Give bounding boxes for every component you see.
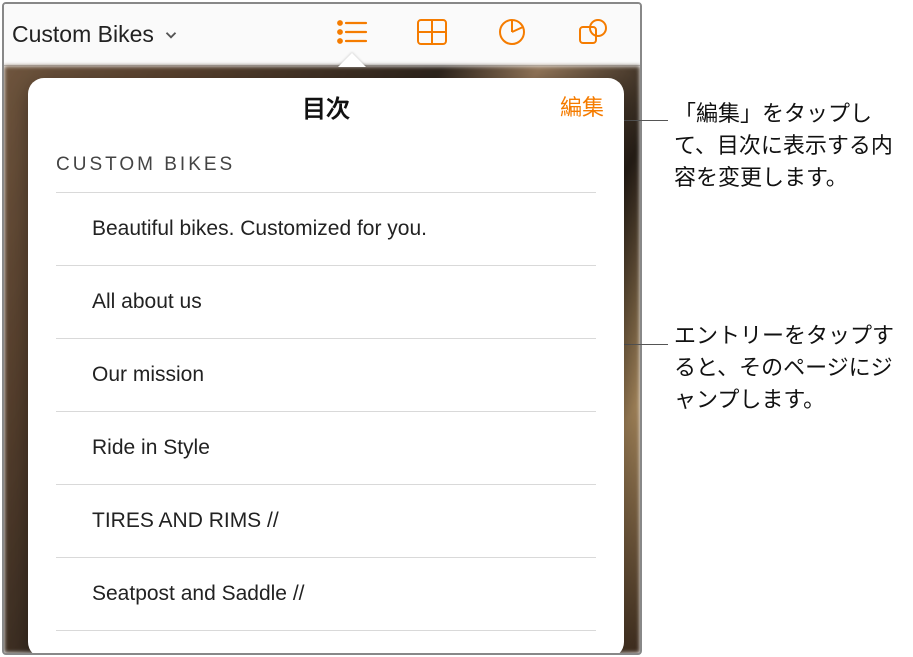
toc-heading[interactable]: CUSTOM BIKES xyxy=(56,134,596,193)
chart-view-button[interactable] xyxy=(472,4,552,66)
popover-header: 目次 編集 xyxy=(28,78,624,134)
toc-entry[interactable]: Ride in Style xyxy=(56,412,596,485)
popover-title: 目次 xyxy=(302,89,350,124)
toc-entry[interactable]: Our mission xyxy=(56,339,596,412)
edit-button[interactable]: 編集 xyxy=(560,90,604,122)
toc-entry[interactable]: Seatpost and Saddle // xyxy=(56,558,596,631)
chevron-down-icon[interactable] xyxy=(162,26,180,44)
toc-entry[interactable]: All about us xyxy=(56,266,596,339)
callout-entry-hint: エントリーをタップすると、そのページにジャンプします。 xyxy=(674,320,899,416)
toc-popover: 目次 編集 CUSTOM BIKES Beautiful bikes. Cust… xyxy=(28,78,624,655)
toc-entry[interactable]: Beautiful bikes. Customized for you. xyxy=(56,193,596,266)
grid-icon xyxy=(415,17,449,52)
shapes-icon xyxy=(575,17,609,52)
document-title[interactable]: Custom Bikes xyxy=(12,21,154,48)
list-icon xyxy=(335,17,369,52)
toc-view-button[interactable] xyxy=(312,4,392,66)
thumbnail-view-button[interactable] xyxy=(392,4,472,66)
app-frame: Custom Bikes xyxy=(2,2,642,655)
toc-entry[interactable]: TIRES AND RIMS // xyxy=(56,485,596,558)
toolbar: Custom Bikes xyxy=(4,4,640,66)
shape-view-button[interactable] xyxy=(552,4,632,66)
callout-edit-hint: 「編集」をタップして、目次に表示する内容を変更します。 xyxy=(674,98,899,194)
pie-chart-icon xyxy=(495,17,529,52)
toc-list: CUSTOM BIKES Beautiful bikes. Customized… xyxy=(28,134,624,631)
